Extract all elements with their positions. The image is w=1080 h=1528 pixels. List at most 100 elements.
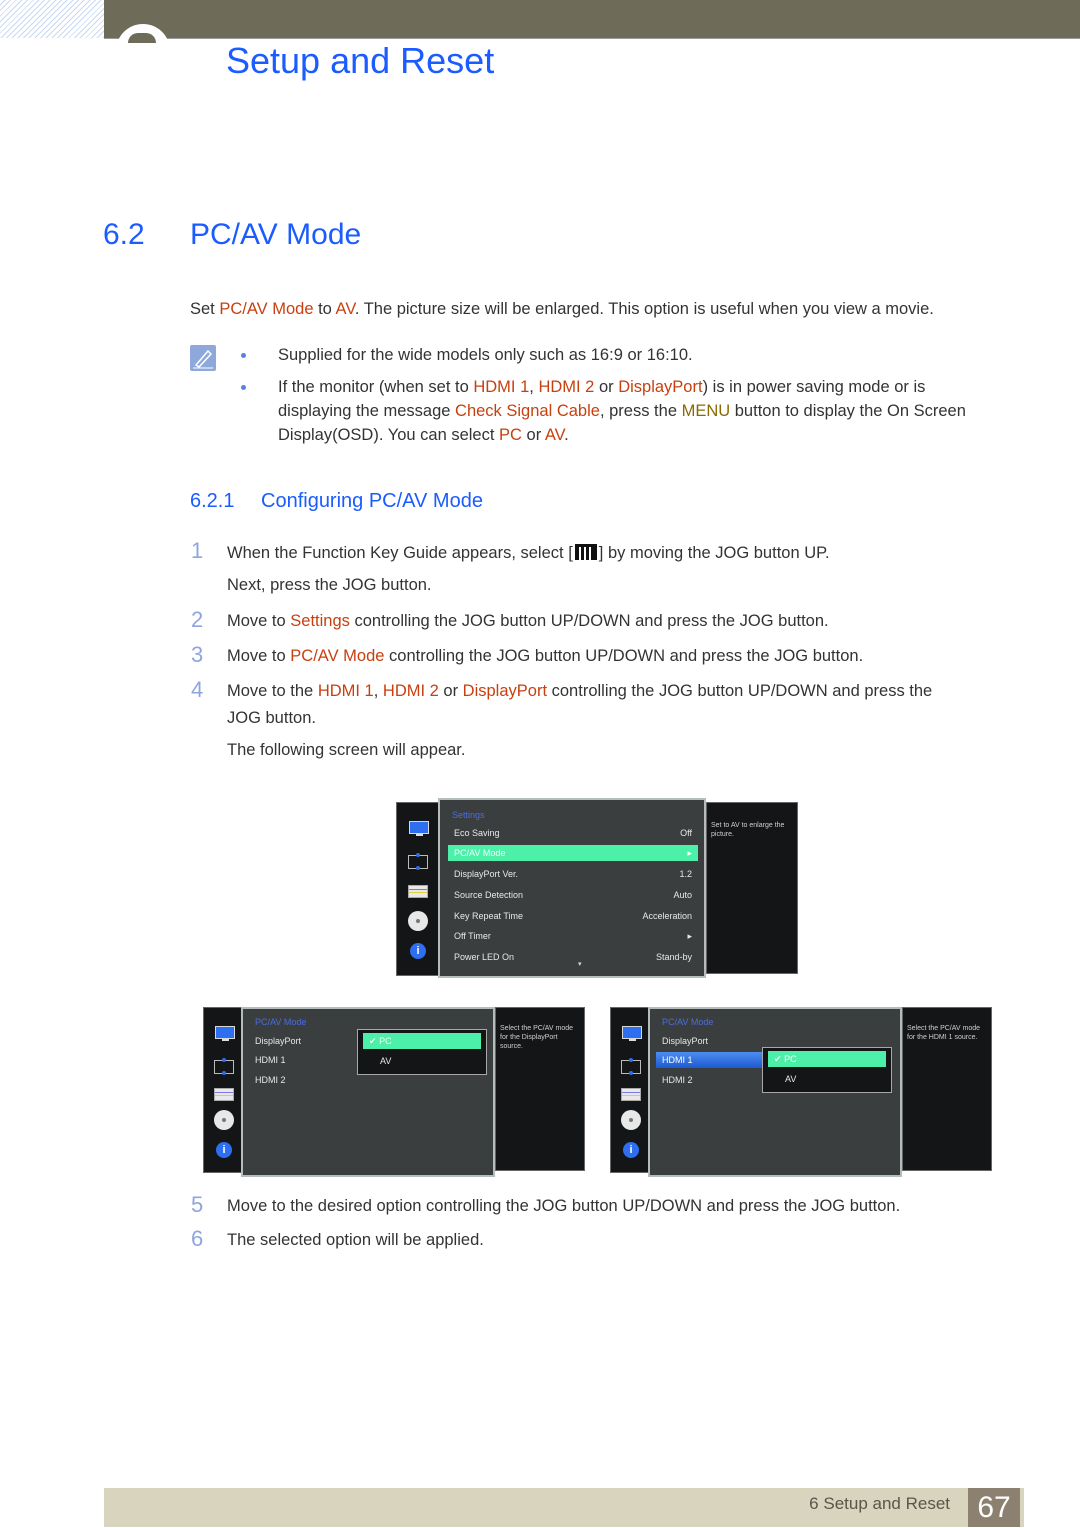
osd-row-eco-saving[interactable]: Eco Saving Off <box>448 825 698 841</box>
text: Move to the <box>227 682 318 700</box>
osd-help-pane: Select the PC/AV mode for the HDMI 1 sou… <box>902 1007 992 1171</box>
osd-row-off-timer[interactable]: Off Timer ▸ <box>448 928 698 944</box>
osd-row-pc-av-mode[interactable]: PC/AV Mode ▸ <box>448 845 698 861</box>
osd-help-pane: Set to AV to enlarge the picture. <box>706 802 798 974</box>
gear-icon <box>408 911 428 931</box>
row-label: DisplayPort Ver. <box>454 869 519 879</box>
osd-row-key-repeat-time[interactable]: Key Repeat Time Acceleration <box>448 908 698 924</box>
step-text: Move to the HDMI 1, HDMI 2 or DisplayPor… <box>227 679 932 703</box>
term: HDMI 1 <box>473 378 530 396</box>
step-text: When the Function Key Guide appears, sel… <box>227 541 830 565</box>
header-hatch <box>0 0 104 38</box>
osd-main-pane: PC/AV Mode DisplayPort HDMI 1 HDMI 2 ✔ P… <box>648 1007 902 1177</box>
term: HDMI 2 <box>538 378 595 396</box>
text: controlling the JOG button UP/DOWN and p… <box>384 647 864 665</box>
gear-icon <box>214 1110 234 1130</box>
osd-help-pane: Select the PC/AV mode for the DisplayPor… <box>495 1007 585 1171</box>
term: HDMI 2 <box>382 682 439 700</box>
osd-row-hdmi1[interactable]: HDMI 1 <box>249 1052 349 1068</box>
term: HDMI 1 <box>317 682 374 700</box>
scroll-down-icon: ▾ <box>578 961 582 968</box>
header-bar <box>104 0 1080 39</box>
info-icon: i <box>623 1142 639 1158</box>
option-pc[interactable]: ✔ PC <box>768 1051 886 1067</box>
term: AV <box>544 426 565 444</box>
osd-title: PC/AV Mode <box>255 1017 307 1027</box>
size-position-icon <box>621 1058 641 1075</box>
arrow-right-icon: ▸ <box>687 931 692 941</box>
text: to <box>313 300 336 318</box>
check-icon: ✔ <box>369 1036 377 1046</box>
text: Set <box>190 300 220 318</box>
chapter-title: Setup and Reset <box>226 40 495 81</box>
osd-row-hdmi1[interactable]: HDMI 1 <box>656 1052 762 1068</box>
step-number: 1 <box>191 538 204 563</box>
text: ] by moving the JOG button UP. <box>598 544 830 562</box>
menu-key-icon <box>574 544 597 560</box>
text: . The picture size will be enlarged. Thi… <box>354 300 934 318</box>
step-number: 2 <box>191 607 204 632</box>
row-label: Source Detection <box>454 890 524 900</box>
bullet <box>241 385 246 390</box>
osd-title: Settings <box>452 810 485 820</box>
step-text: Move to the desired option controlling t… <box>227 1197 901 1215</box>
term: DisplayPort <box>618 378 703 396</box>
osd-row-displayport[interactable]: DisplayPort <box>249 1033 349 1049</box>
text: If the monitor (when set to <box>278 378 474 396</box>
text: ) is in power saving mode or is <box>702 378 926 396</box>
term: PC/AV Mode <box>290 647 385 665</box>
row-value: Off <box>680 828 692 838</box>
text: controlling the JOG button UP/DOWN and p… <box>349 612 829 630</box>
text: displaying the message <box>278 402 456 420</box>
row-label: PC/AV Mode <box>454 848 506 858</box>
step-text-line2: JOG button. <box>227 709 316 727</box>
osd-main-pane: PC/AV Mode DisplayPort HDMI 1 HDMI 2 ✔ P… <box>241 1007 495 1177</box>
note-item: If the monitor (when set to HDMI 1, HDMI… <box>278 375 966 447</box>
step-extra: Next, press the JOG button. <box>227 576 432 594</box>
gear-icon <box>621 1110 641 1130</box>
term: Settings <box>290 612 350 630</box>
step-number: 4 <box>191 677 204 702</box>
osd-row-hdmi2[interactable]: HDMI 2 <box>249 1072 349 1088</box>
osd-row-power-led-on[interactable]: Power LED On Stand-by <box>448 949 698 965</box>
option-label: PC <box>784 1054 797 1064</box>
osd-submenu: ✔ PC AV <box>357 1029 487 1075</box>
term: AV <box>335 300 355 318</box>
bullet <box>241 353 246 358</box>
row-value: Stand-by <box>655 952 692 962</box>
check-icon: ✔ <box>774 1054 782 1064</box>
term: MENU <box>681 402 731 420</box>
option-av[interactable]: AV <box>374 1053 474 1069</box>
option-label: PC <box>379 1036 392 1046</box>
info-icon: i <box>410 943 426 959</box>
osd-icon-column: i <box>203 1007 243 1173</box>
option-av[interactable]: AV <box>779 1071 879 1087</box>
osd-icon-column: i <box>610 1007 650 1173</box>
osd-title: PC/AV Mode <box>662 1017 714 1027</box>
text: or <box>521 426 545 444</box>
row-value: Acceleration <box>642 911 692 921</box>
term: PC <box>499 426 522 444</box>
option-pc[interactable]: ✔ PC <box>363 1033 481 1049</box>
monitor-icon <box>409 821 429 836</box>
osd-row-hdmi2[interactable]: HDMI 2 <box>656 1072 756 1088</box>
osd-row-displayport[interactable]: DisplayPort <box>656 1033 756 1049</box>
page-number: 67 <box>968 1488 1020 1527</box>
osd-icon-column: i <box>396 802 440 976</box>
subsection-title: Configuring PC/AV Mode <box>261 490 483 512</box>
subsection-number: 6.2.1 <box>190 490 235 512</box>
text: Display(OSD). You can select <box>278 426 500 444</box>
section-number: 6.2 <box>103 218 145 251</box>
picture-icon <box>408 885 428 898</box>
size-position-icon <box>214 1058 234 1075</box>
step-number: 6 <box>191 1226 204 1251</box>
text: button to display the On Screen <box>730 402 966 420</box>
term: PC/AV Mode <box>219 300 314 318</box>
text: , <box>373 682 383 700</box>
text: When the Function Key Guide appears, sel… <box>227 544 573 562</box>
intro-paragraph: Set PC/AV Mode to AV. The picture size w… <box>190 297 934 321</box>
size-position-icon <box>408 853 428 870</box>
text: Move to <box>227 612 291 630</box>
osd-row-source-detection[interactable]: Source Detection Auto <box>448 887 698 903</box>
osd-row-displayport-ver[interactable]: DisplayPort Ver. 1.2 <box>448 866 698 882</box>
